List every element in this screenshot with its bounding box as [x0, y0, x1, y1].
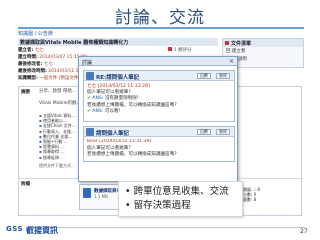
- post-body: Bear [2014/03/12 11:31:39] 個人筆記可以看幾筆? 若後…: [84, 137, 234, 160]
- related-panel-line[interactable]: 回 建立者: [223, 47, 303, 55]
- image-file-icon: [83, 188, 91, 198]
- breadcrumb[interactable]: 知識園 / 公告牌: [18, 30, 53, 37]
- post-header: 請問個人筆記 回覆 刪除: [84, 127, 234, 137]
- company-name: 叡揚資訊: [26, 226, 58, 235]
- meta-key: 最後修改者:: [18, 62, 43, 67]
- answer-text: 沒有數量限制呢!: [104, 96, 139, 102]
- footer-rule: [30, 227, 305, 228]
- list-item: 搜尋延伸...: [39, 155, 76, 160]
- rating-icon: [168, 47, 172, 51]
- meta-key: 知識類型:: [18, 76, 38, 81]
- fine-print: 提供文件下載方式...: [39, 163, 75, 168]
- answer-tag: ANS: [92, 96, 102, 102]
- avatar: [86, 72, 94, 80]
- related-panel-title: 文件清單: [231, 41, 252, 47]
- post-answer: ANS: 可以喔!: [87, 108, 231, 114]
- summary-line: Vitals Mobile的翻...: [39, 101, 81, 106]
- list-item: 支援Chain 文件...: [39, 123, 76, 128]
- discussion-popup: 討論 ✕ RE:請問個人筆記 回覆 刪除 七七 [2014/03/12 11:3…: [78, 56, 238, 182]
- post-body: 七七 [2014/03/12 11:33:28] 個人筆記可以看幾筆? ANS:…: [84, 81, 234, 116]
- post-title: 請問個人筆記: [96, 131, 130, 137]
- discussion-popup-title: 討論: [82, 60, 93, 66]
- avatar: [86, 128, 94, 136]
- delete-button[interactable]: 刪除: [216, 73, 230, 79]
- reply-button[interactable]: 回覆: [197, 129, 211, 135]
- document-list-icon: [225, 41, 229, 45]
- document-title: 數據擷取與Vitals Mobile 翻佈種類知識轉化力: [18, 38, 218, 46]
- summary-line: 分享、啟發 帶給...: [39, 89, 77, 94]
- bullet-item: 跨單位意見收集、交流: [125, 185, 236, 199]
- meta-key: 建立時間:: [18, 55, 38, 60]
- feature-list: 支援Vitals 資料... 使用者能以.... 支援Chain 文件... 行…: [39, 113, 76, 160]
- summary-text: 分享、啟發 帶給... Vitals Mobile的翻...: [39, 89, 81, 107]
- rating-summary[interactable]: 1 觀評分: [168, 47, 192, 53]
- summary-label: 摘要: [21, 90, 30, 95]
- reply-button[interactable]: 回覆: [197, 73, 211, 79]
- discussion-post: 請問個人筆記 回覆 刪除 Bear [2014/03/12 11:31:39] …: [83, 126, 235, 162]
- meta-value: 七七: [43, 62, 53, 67]
- logo-mark: GSS: [6, 225, 24, 233]
- related-panel-header: 文件清單: [223, 39, 303, 47]
- delete-button[interactable]: 刪除: [216, 129, 230, 135]
- post-question: 若後續想上傳圖檔，可以轉換成知識園區嗎?: [87, 152, 177, 158]
- meta-key: 最後修改時間:: [18, 69, 47, 74]
- bullet-callout: 跨單位意見收集、交流 留存決策過程: [118, 181, 243, 217]
- discussion-popup-header: 討論 ✕: [79, 57, 237, 66]
- page-number: 27: [300, 228, 308, 235]
- answer-text: 可以喔!: [104, 108, 121, 114]
- bullet-item: 留存決策過程: [125, 199, 236, 213]
- title-rule: [18, 27, 304, 29]
- slide-title: 討論、交流: [115, 8, 205, 28]
- attachment-label: 附檔: [21, 182, 30, 187]
- attachment-size: 1.1 MB: [94, 194, 108, 199]
- close-icon[interactable]: ✕: [229, 58, 234, 65]
- meta-value: 七七: [34, 48, 44, 53]
- post-header: RE:請問個人筆記 回覆 刪除: [84, 71, 234, 81]
- discussion-post: RE:請問個人筆記 回覆 刪除 七七 [2014/03/12 11:33:28]…: [83, 70, 235, 122]
- meta-key: 建立者:: [18, 48, 34, 53]
- rating-text: 1 觀評分: [174, 48, 192, 53]
- post-title: RE:請問個人筆記: [96, 75, 140, 81]
- answer-tag: ANS: [92, 108, 102, 114]
